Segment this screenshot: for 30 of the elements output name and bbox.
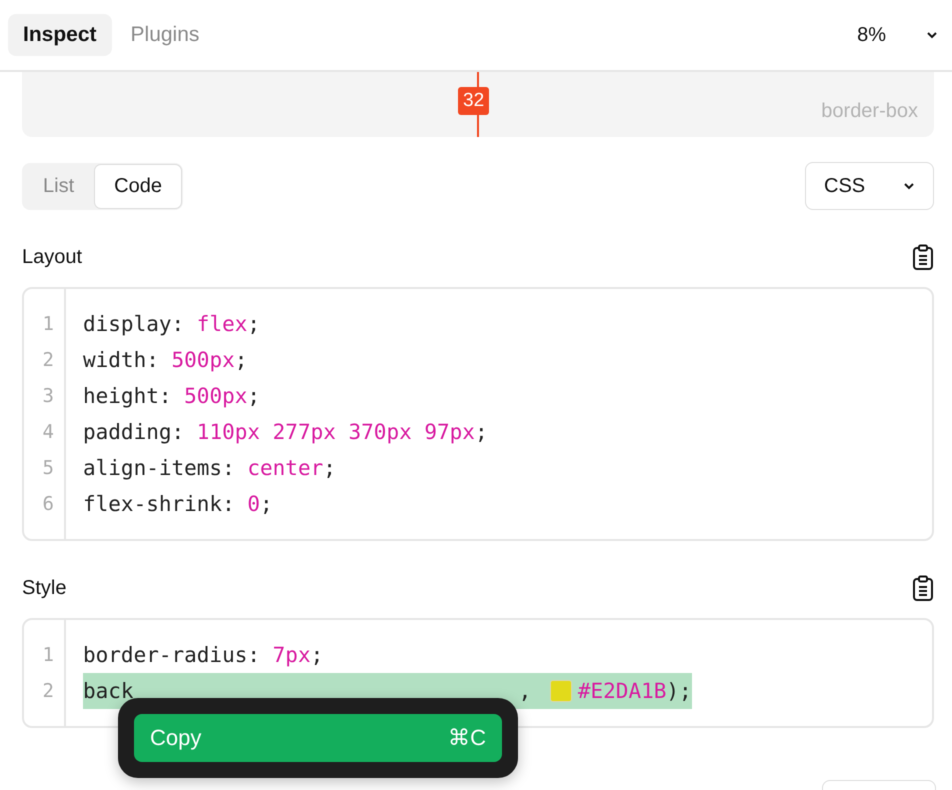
code-line: flex-shrink: 0;: [83, 491, 273, 518]
clipboard-icon: [912, 244, 934, 271]
code-line: display: flex;: [83, 311, 260, 338]
line-number: 4: [42, 420, 55, 445]
chevron-down-icon: [926, 31, 938, 39]
section-title: Style: [22, 577, 66, 600]
copy-button[interactable]: [912, 575, 934, 602]
shortcut-label: ⌘C: [448, 725, 486, 751]
line-number: 5: [42, 456, 55, 481]
code-line: padding: 110px 277px 370px 97px;: [83, 419, 488, 446]
code-line: border-radius: 7px;: [83, 642, 324, 669]
line-number: 3: [42, 384, 55, 409]
chevron-down-icon: [903, 182, 915, 190]
code-line: align-items: center;: [83, 455, 336, 482]
line-number: 1: [42, 312, 55, 337]
view-option[interactable]: Code: [94, 164, 182, 208]
code-line: height: 500px;: [83, 383, 260, 410]
clipboard-icon: [912, 575, 934, 602]
copy-button[interactable]: [912, 244, 934, 271]
section-title: Layout: [22, 246, 82, 269]
tab[interactable]: Inspect: [8, 14, 112, 56]
line-number: 6: [42, 492, 55, 517]
line-number: 2: [42, 348, 55, 373]
code-line: width: 500px;: [83, 347, 248, 374]
line-number: 2: [42, 679, 55, 704]
box-sizing-label: border-box: [821, 100, 918, 123]
language-dropdown[interactable]: CSS: [805, 162, 934, 210]
measure-badge: 32: [458, 87, 490, 115]
zoom-dropdown[interactable]: 8%: [851, 24, 944, 46]
line-number: 1: [42, 643, 55, 668]
